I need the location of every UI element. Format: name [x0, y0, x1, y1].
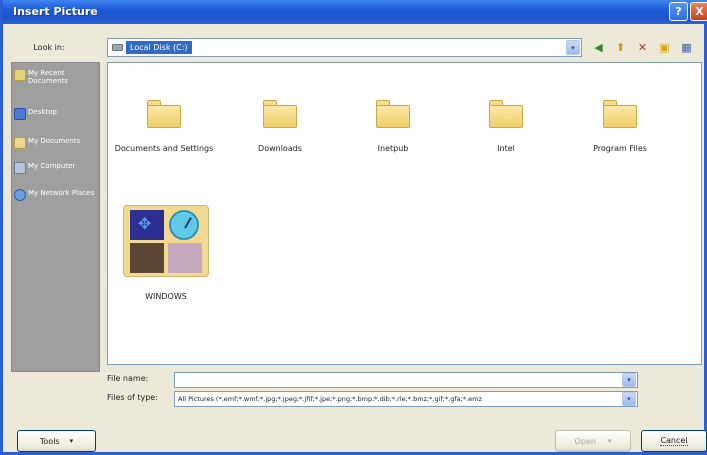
place-my-documents[interactable]: My Documents [14, 137, 100, 149]
folder-name: WINDOWS [145, 292, 187, 301]
folder-icon [147, 100, 181, 128]
network-places-icon [14, 189, 26, 201]
folder-name: Inetpub [377, 144, 409, 153]
help-button[interactable]: ? [669, 2, 688, 21]
look-in-dropdown[interactable]: Local Disk (C:) ▾ [107, 38, 582, 57]
desktop-icon [14, 108, 26, 120]
folder-icon [603, 100, 637, 128]
places-bar: My Recent Documents Desktop My Documents… [11, 62, 100, 372]
chevron-down-icon: ▾ [69, 437, 74, 445]
windows-folder-thumbnail[interactable] [123, 205, 209, 277]
file-name-label: File name: [107, 374, 149, 383]
folder-icon [489, 100, 523, 128]
file-name-field[interactable]: ▾ [174, 372, 638, 388]
place-desktop[interactable]: Desktop [14, 108, 100, 120]
up-folder-icon[interactable]: ⬆ [611, 39, 630, 57]
look-in-label: Look in: [33, 43, 65, 52]
open-button[interactable]: Open ▾ [555, 430, 631, 452]
chevron-down-icon[interactable]: ▾ [622, 373, 636, 387]
thumbnail-preview [130, 243, 164, 273]
folder-name: Program Files [593, 144, 647, 153]
thumbnail-preview [130, 210, 164, 240]
place-my-computer[interactable]: My Computer [14, 162, 100, 174]
look-in-value: Local Disk (C:) [126, 41, 192, 54]
recent-documents-icon [14, 69, 26, 81]
chevron-down-icon[interactable]: ▾ [622, 392, 636, 406]
cancel-button-label: Cancel [660, 436, 688, 446]
tools-button[interactable]: Tools ▾ [17, 430, 96, 452]
views-icon[interactable]: ▦ [677, 39, 696, 57]
folder-item[interactable]: Downloads [226, 100, 334, 153]
files-of-type-value: All Pictures (*.emf;*.wmf;*.jpg;*.jpeg;*… [178, 395, 482, 403]
place-my-recent-documents[interactable]: My Recent Documents [14, 69, 100, 85]
dialog-toolbar: ◀ ⬆ ✕ ▣ ▦ [589, 38, 696, 57]
folder-name: Downloads [258, 144, 302, 153]
clock-icon [168, 210, 202, 240]
folder-item[interactable]: Program Files [566, 100, 674, 153]
open-button-label: Open [574, 436, 596, 446]
delete-icon[interactable]: ✕ [633, 39, 652, 57]
folder-item[interactable]: Documents and Settings [110, 100, 218, 153]
new-folder-icon[interactable]: ▣ [655, 39, 674, 57]
files-of-type-dropdown[interactable]: All Pictures (*.emf;*.wmf;*.jpg;*.jpeg;*… [174, 391, 638, 407]
title-bar[interactable]: Insert Picture ? X [3, 0, 707, 24]
folder-item[interactable]: Inetpub [339, 100, 447, 153]
place-label: My Network Places [28, 189, 95, 197]
folder-icon [376, 100, 410, 128]
place-label: My Documents [28, 137, 81, 145]
place-my-network-places[interactable]: My Network Places [14, 189, 100, 201]
chevron-down-icon: ▾ [607, 437, 612, 445]
close-button[interactable]: X [690, 2, 707, 21]
folder-name: Documents and Settings [114, 144, 214, 153]
folder-item[interactable]: Intel [452, 100, 560, 153]
place-label: My Computer [28, 162, 76, 170]
cancel-button[interactable]: Cancel [641, 430, 707, 452]
files-of-type-label: Files of type: [107, 393, 158, 402]
folder-name: Intel [497, 144, 515, 153]
thumbnail-preview [168, 243, 202, 273]
insert-picture-dialog: Insert Picture ? X Look in: Local Disk (… [0, 0, 707, 455]
dialog-title: Insert Picture [13, 5, 98, 18]
place-label: Desktop [28, 108, 57, 116]
folder-icon [263, 100, 297, 128]
my-documents-icon [14, 137, 26, 149]
tools-button-label: Tools [39, 436, 60, 446]
place-label: My Recent Documents [28, 69, 68, 85]
drive-icon [112, 44, 123, 51]
chevron-down-icon[interactable]: ▾ [566, 40, 580, 55]
back-icon[interactable]: ◀ [589, 39, 608, 57]
computer-icon [14, 162, 26, 174]
